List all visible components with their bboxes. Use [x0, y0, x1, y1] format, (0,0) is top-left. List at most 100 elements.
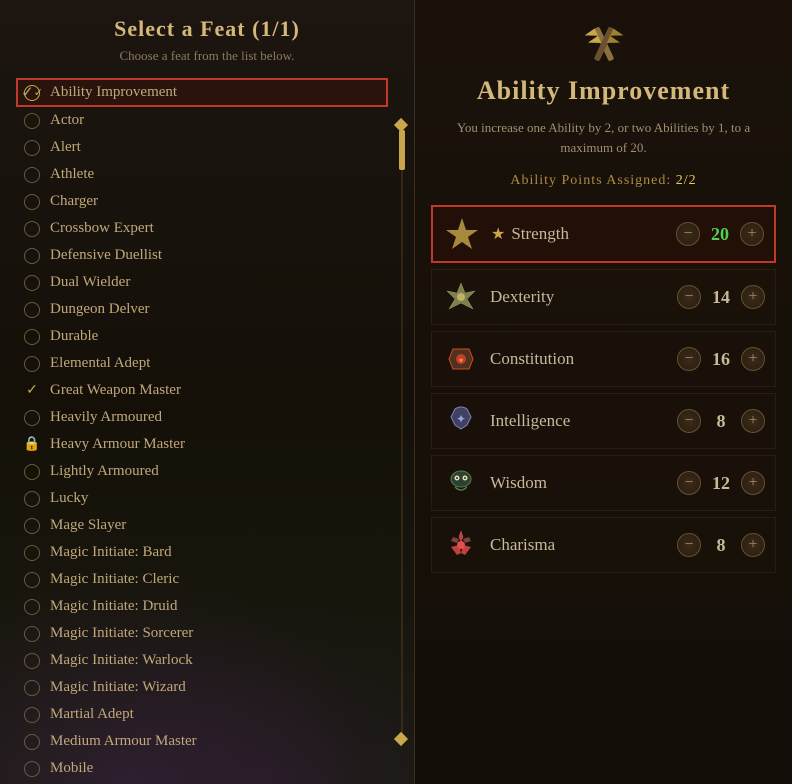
feat-label-heavy-armour-master: Heavy Armour Master — [50, 436, 185, 453]
feat-item-magic-initiate-warlock[interactable]: Magic Initiate: Warlock — [20, 647, 384, 674]
feat-label-magic-initiate-bard: Magic Initiate: Bard — [50, 544, 172, 561]
feat-item-medium-armour-master[interactable]: Medium Armour Master — [20, 728, 384, 755]
feat-label-mobile: Mobile — [50, 760, 93, 777]
feat-item-heavily-armoured[interactable]: Heavily Armoured — [20, 404, 384, 431]
feat-item-elemental-adept[interactable]: Elemental Adept — [20, 350, 384, 377]
charisma-name: Charisma — [490, 535, 677, 555]
feat-label-heavily-armoured: Heavily Armoured — [50, 409, 162, 426]
feat-item-ability-improvement[interactable]: ✓ Ability Improvement — [16, 78, 388, 107]
feat-radio-mobile — [24, 761, 40, 777]
feat-item-dungeon-delver[interactable]: Dungeon Delver — [20, 296, 384, 323]
feat-radio-magic-initiate-cleric — [24, 572, 40, 588]
feat-item-martial-adept[interactable]: Martial Adept — [20, 701, 384, 728]
feat-label-magic-initiate-wizard: Magic Initiate: Wizard — [50, 679, 186, 696]
feat-radio-lucky — [24, 491, 40, 507]
feat-item-magic-initiate-druid[interactable]: Magic Initiate: Druid — [20, 593, 384, 620]
charisma-increase-button[interactable]: + — [741, 533, 765, 557]
feat-radio-medium-armour-master — [24, 734, 40, 750]
dexterity-increase-button[interactable]: + — [741, 285, 765, 309]
axes-icon — [580, 20, 628, 68]
svg-text:♥: ♥ — [459, 356, 464, 365]
feat-item-dual-wielder[interactable]: Dual Wielder — [20, 269, 384, 296]
charisma-controls: − 8 + — [677, 533, 765, 557]
feat-label-magic-initiate-cleric: Magic Initiate: Cleric — [50, 571, 179, 588]
feat-item-magic-initiate-cleric[interactable]: Magic Initiate: Cleric — [20, 566, 384, 593]
feat-radio-lightly-armoured — [24, 464, 40, 480]
intelligence-icon-svg: ✦ — [443, 403, 479, 439]
ability-points-label: Ability Points Assigned: 2/2 — [431, 173, 776, 189]
constitution-value: 16 — [707, 349, 735, 370]
strength-decrease-button[interactable]: − — [676, 222, 700, 246]
feat-item-mobile[interactable]: Mobile — [20, 755, 384, 782]
ability-row-wisdom: Wisdom − 12 + — [431, 455, 776, 511]
constitution-name: Constitution — [490, 349, 677, 369]
feat-radio-actor — [24, 113, 40, 129]
intelligence-decrease-button[interactable]: − — [677, 409, 701, 433]
feat-label-lucky: Lucky — [50, 490, 88, 507]
dexterity-name: Dexterity — [490, 287, 677, 307]
ability-row-strength: ★ Strength − 20 + — [431, 205, 776, 263]
feat-label-crossbow-expert: Crossbow Expert — [50, 220, 154, 237]
feat-radio-magic-initiate-sorcerer — [24, 626, 40, 642]
feat-radio-athlete — [24, 167, 40, 183]
panel-title: Select a Feat (1/1) — [0, 16, 414, 42]
dexterity-decrease-button[interactable]: − — [677, 285, 701, 309]
intelligence-value: 8 — [707, 411, 735, 432]
feat-label-dungeon-delver: Dungeon Delver — [50, 301, 150, 318]
feat-item-lucky[interactable]: Lucky — [20, 485, 384, 512]
feat-radio-durable — [24, 329, 40, 345]
feat-item-athlete[interactable]: Athlete — [20, 161, 384, 188]
constitution-increase-button[interactable]: + — [741, 347, 765, 371]
ability-row-intelligence: ✦ Intelligence − 8 + — [431, 393, 776, 449]
feat-item-heavy-armour-master[interactable]: 🔒 Heavy Armour Master — [20, 431, 384, 458]
feat-label-athlete: Athlete — [50, 166, 94, 183]
feat-item-magic-initiate-wizard[interactable]: Magic Initiate: Wizard — [20, 674, 384, 701]
feat-item-defensive-duellist[interactable]: Defensive Duellist — [20, 242, 384, 269]
feat-item-magic-initiate-bard[interactable]: Magic Initiate: Bard — [20, 539, 384, 566]
charisma-icon-svg — [443, 527, 479, 563]
feat-label-magic-initiate-warlock: Magic Initiate: Warlock — [50, 652, 193, 669]
constitution-icon-svg: ♥ — [443, 341, 479, 377]
feat-item-magic-initiate-sorcerer[interactable]: Magic Initiate: Sorcerer — [20, 620, 384, 647]
feat-detail-title: Ability Improvement — [431, 76, 776, 106]
dexterity-icon-svg — [443, 279, 479, 315]
feat-label-mage-slayer: Mage Slayer — [50, 517, 126, 534]
feat-radio-crossbow-expert — [24, 221, 40, 237]
feat-item-alert[interactable]: Alert — [20, 134, 384, 161]
dexterity-controls: − 14 + — [677, 285, 765, 309]
feat-list: ✓ Ability Improvement Actor Alert Athlet… — [0, 78, 414, 784]
feat-label-lightly-armoured: Lightly Armoured — [50, 463, 159, 480]
constitution-decrease-button[interactable]: − — [677, 347, 701, 371]
feat-radio-magic-initiate-druid — [24, 599, 40, 615]
feat-label-medium-armour-master: Medium Armour Master — [50, 733, 197, 750]
wisdom-decrease-button[interactable]: − — [677, 471, 701, 495]
feat-label-elemental-adept: Elemental Adept — [50, 355, 150, 372]
feat-label-ability-improvement: Ability Improvement — [50, 84, 177, 101]
feat-label-magic-initiate-druid: Magic Initiate: Druid — [50, 598, 177, 615]
feat-radio-mage-slayer — [24, 518, 40, 534]
feat-label-martial-adept: Martial Adept — [50, 706, 134, 723]
feat-item-charger[interactable]: Charger — [20, 188, 384, 215]
dexterity-value: 14 — [707, 287, 735, 308]
intelligence-increase-button[interactable]: + — [741, 409, 765, 433]
intelligence-icon: ✦ — [442, 402, 480, 440]
feat-item-mage-slayer[interactable]: Mage Slayer — [20, 512, 384, 539]
feat-radio-elemental-adept — [24, 356, 40, 372]
charisma-value: 8 — [707, 535, 735, 556]
strength-controls: − 20 + — [676, 222, 764, 246]
wisdom-increase-button[interactable]: + — [741, 471, 765, 495]
feat-item-crossbow-expert[interactable]: Crossbow Expert — [20, 215, 384, 242]
feat-item-actor[interactable]: Actor — [20, 107, 384, 134]
feat-radio-charger — [24, 194, 40, 210]
feat-label-durable: Durable — [50, 328, 98, 345]
feat-label-great-weapon-master: Great Weapon Master — [50, 382, 181, 399]
feat-radio-heavy-armour-master: 🔒 — [24, 437, 40, 453]
feat-item-durable[interactable]: Durable — [20, 323, 384, 350]
left-panel-content: Select a Feat (1/1) Choose a feat from t… — [0, 0, 414, 784]
charisma-decrease-button[interactable]: − — [677, 533, 701, 557]
feat-icon-image — [580, 20, 628, 68]
feat-item-great-weapon-master[interactable]: ✓ Great Weapon Master — [20, 377, 384, 404]
feat-label-alert: Alert — [50, 139, 81, 156]
strength-increase-button[interactable]: + — [740, 222, 764, 246]
feat-item-lightly-armoured[interactable]: Lightly Armoured — [20, 458, 384, 485]
